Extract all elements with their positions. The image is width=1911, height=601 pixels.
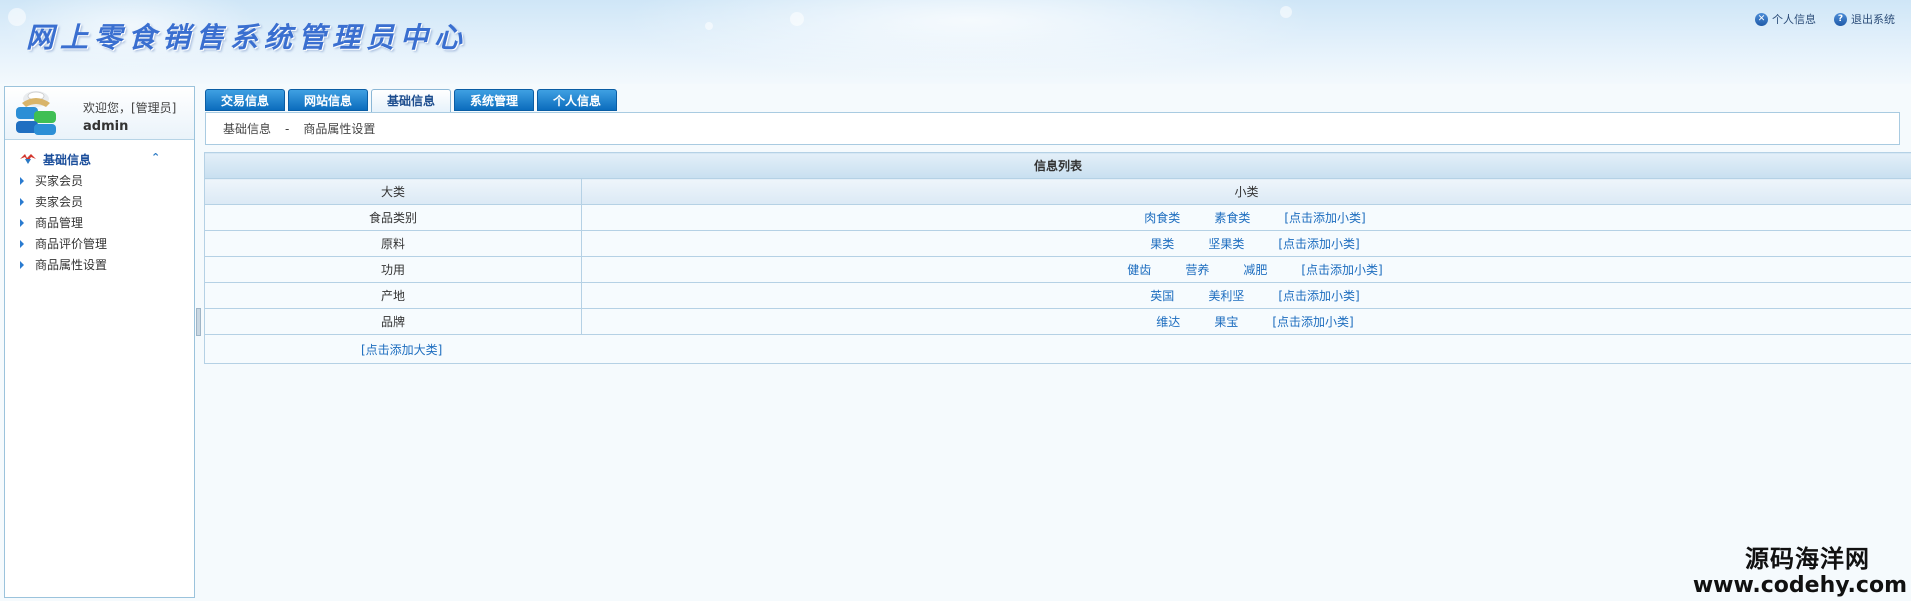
table-row: 产地 英国 美利坚 [点击添加小类] [204, 282, 1911, 309]
header-glow [620, 0, 1320, 80]
table-row: 食品类别 肉食类 素食类 [点击添加小类] [204, 204, 1911, 231]
logout-link[interactable]: ? 退出系统 [1834, 11, 1895, 27]
sidebar-item-product-management[interactable]: 商品管理 [5, 212, 194, 233]
header-banner: 网上零食销售系统管理员中心 ✕ 个人信息 ? 退出系统 [0, 0, 1911, 84]
sidebar-splitter-handle[interactable] [196, 308, 201, 336]
section-bird-icon [20, 154, 36, 164]
logout-label: 退出系统 [1851, 13, 1895, 26]
table-row: 功用 健齿 营养 减肥 [点击添加小类] [204, 256, 1911, 283]
watermark-url: www.codehy.com [1692, 573, 1907, 598]
minor-category-link[interactable]: 果宝 [1214, 315, 1238, 329]
watermark: 源码海洋网 www.codehy.com [1693, 545, 1907, 599]
menu-section-basic-info[interactable]: 基础信息 ⌃ [5, 150, 194, 168]
add-minor-link[interactable]: [点击添加小类] [1284, 211, 1365, 225]
major-category-cell: 食品类别 [204, 204, 582, 231]
sidebar-item-buyer-members[interactable]: 买家会员 [5, 170, 194, 191]
username: admin [83, 119, 129, 134]
column-header-minor: 小类 [580, 178, 1911, 205]
minor-category-link[interactable]: 美利坚 [1208, 289, 1244, 303]
attribute-table: 信息列表 大类 小类 食品类别 肉食类 素食类 [点击添加小类] 原料 果类 坚果类 [… [203, 152, 1911, 364]
bullet-arrow-icon [20, 239, 24, 248]
minor-category-cell: 果类 坚果类 [点击添加小类] [580, 230, 1911, 257]
bullet-arrow-icon [20, 197, 24, 206]
minor-category-cell: 英国 美利坚 [点击添加小类] [580, 282, 1911, 309]
breadcrumb-page: 商品属性设置 [303, 122, 376, 136]
minor-category-link[interactable]: 素食类 [1214, 211, 1250, 225]
breadcrumb: 基础信息 - 商品属性设置 [205, 112, 1900, 145]
add-major-link[interactable]: [点击添加大类] [361, 343, 442, 357]
user-box: 欢迎您，[管理员] admin [5, 87, 194, 140]
personal-info-label: 个人信息 [1772, 13, 1816, 26]
breadcrumb-section: 基础信息 [223, 122, 272, 136]
top-tabs: 交易信息 网站信息 基础信息 系统管理 个人信息 [205, 89, 617, 112]
help-exit-icon: ? [1834, 12, 1847, 26]
decor-bubble [705, 22, 713, 30]
minor-category-cell: 维达 果宝 [点击添加小类] [580, 308, 1911, 335]
attribute-table-wrapper: 信息列表 大类 小类 食品类别 肉食类 素食类 [点击添加小类] 原料 果类 坚果类 [… [203, 152, 1911, 364]
bullet-arrow-icon [20, 176, 24, 185]
add-minor-link[interactable]: [点击添加小类] [1272, 315, 1353, 329]
minor-category-link[interactable]: 坚果类 [1208, 237, 1244, 251]
table-row: 品牌 维达 果宝 [点击添加小类] [204, 308, 1911, 335]
top-links: ✕ 个人信息 ? 退出系统 [1755, 11, 1895, 27]
column-header-major: 大类 [204, 178, 582, 205]
section-title: 基础信息 [43, 152, 92, 167]
tab-website-info[interactable]: 网站信息 [288, 89, 368, 111]
sidebar-item-label: 商品属性设置 [35, 258, 108, 272]
sidebar-item-label: 商品评价管理 [35, 237, 108, 251]
bullet-arrow-icon [20, 218, 24, 227]
major-category-cell: 功用 [204, 256, 582, 283]
table-title: 信息列表 [203, 152, 1911, 179]
minor-category-link[interactable]: 维达 [1156, 315, 1180, 329]
collapse-icon[interactable]: ⌃ [151, 151, 160, 164]
minor-category-link[interactable]: 减肥 [1243, 263, 1267, 277]
tab-basic-info[interactable]: 基础信息 [371, 89, 451, 112]
sidebar-item-label: 商品管理 [35, 216, 84, 230]
welcome-text: 欢迎您，[管理员] [83, 101, 177, 115]
table-row: 原料 果类 坚果类 [点击添加小类] [204, 230, 1911, 257]
tab-personal-info[interactable]: 个人信息 [537, 89, 617, 111]
tab-transactions[interactable]: 交易信息 [205, 89, 285, 111]
sidebar-item-label: 卖家会员 [35, 195, 84, 209]
minor-category-link[interactable]: 肉食类 [1144, 211, 1180, 225]
sidebar-item-label: 买家会员 [35, 174, 84, 188]
minor-category-cell: 健齿 营养 减肥 [点击添加小类] [580, 256, 1911, 283]
site-title: 网上零食销售系统管理员中心 [26, 21, 469, 54]
minor-category-link[interactable]: 营养 [1185, 263, 1209, 277]
add-minor-link[interactable]: [点击添加小类] [1301, 263, 1382, 277]
bullet-arrow-icon [20, 260, 24, 269]
minor-category-link[interactable]: 果类 [1150, 237, 1174, 251]
decor-bubble [8, 8, 26, 26]
minor-category-cell: 肉食类 素食类 [点击添加小类] [580, 204, 1911, 231]
add-minor-link[interactable]: [点击添加小类] [1278, 237, 1359, 251]
tab-system-management[interactable]: 系统管理 [454, 89, 534, 111]
major-category-cell: 原料 [204, 230, 582, 257]
major-category-cell: 品牌 [204, 308, 582, 335]
sidebar-item-product-attributes[interactable]: 商品属性设置 [5, 254, 194, 275]
minor-category-link[interactable]: 健齿 [1127, 263, 1151, 277]
breadcrumb-separator: - [285, 121, 290, 136]
decor-bubble [790, 12, 804, 26]
table-footer: [点击添加大类] [203, 334, 1911, 364]
personal-info-link[interactable]: ✕ 个人信息 [1755, 11, 1816, 27]
decor-bubble [1280, 6, 1292, 18]
user-info-icon: ✕ [1755, 12, 1768, 26]
watermark-title: 源码海洋网 [1745, 545, 1870, 573]
add-minor-link[interactable]: [点击添加小类] [1278, 289, 1359, 303]
sidebar: 欢迎您，[管理员] admin 基础信息 ⌃ 买家会员 卖家会员 商品管理 商品… [4, 86, 195, 598]
avatar [16, 91, 56, 135]
sidebar-item-product-reviews[interactable]: 商品评价管理 [5, 233, 194, 254]
sidebar-item-seller-members[interactable]: 卖家会员 [5, 191, 194, 212]
minor-category-link[interactable]: 英国 [1150, 289, 1174, 303]
major-category-cell: 产地 [204, 282, 582, 309]
